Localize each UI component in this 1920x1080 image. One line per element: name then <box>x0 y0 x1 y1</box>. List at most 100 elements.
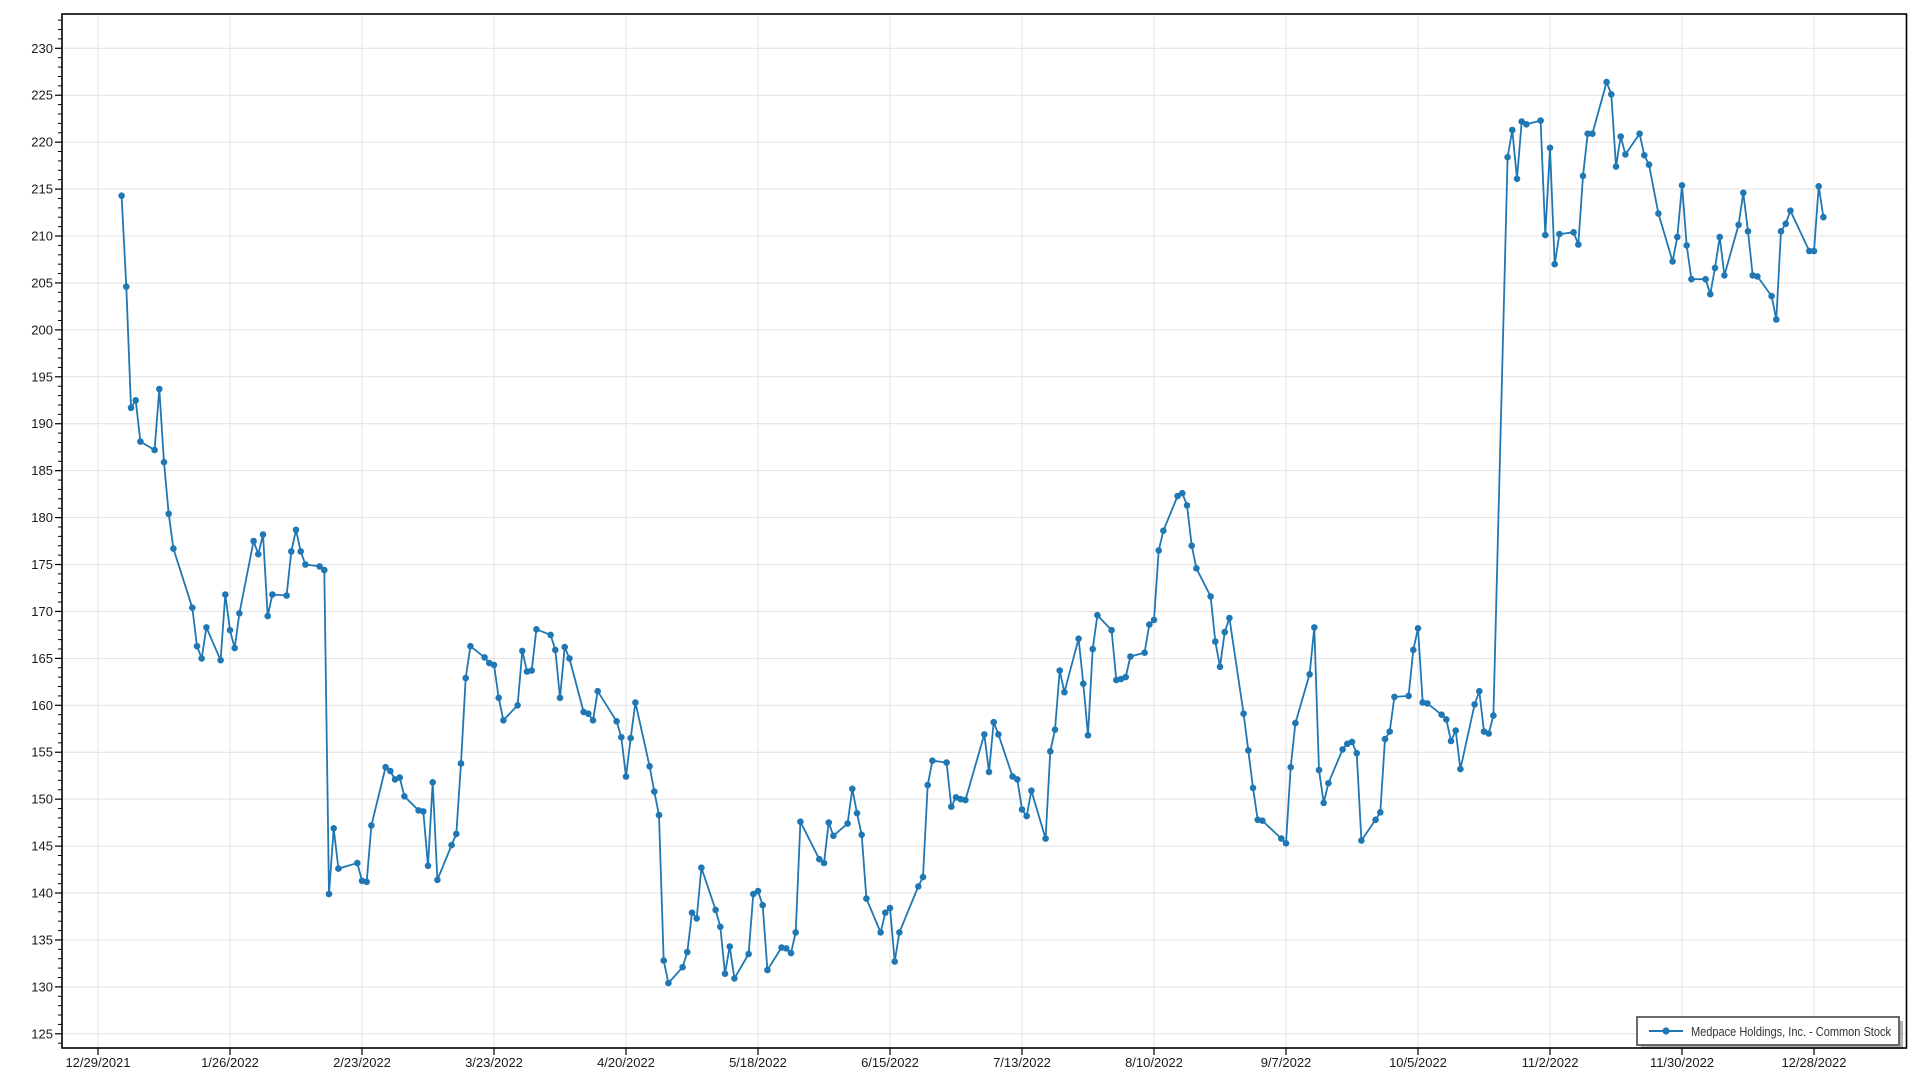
data-point-marker <box>1316 767 1323 774</box>
data-point-marker <box>1815 183 1822 190</box>
data-point-marker <box>189 604 196 611</box>
data-point-marker <box>137 438 144 445</box>
data-point-marker <box>1603 79 1610 86</box>
x-tick-label: 5/18/2022 <box>729 1055 787 1070</box>
data-point-marker <box>924 782 931 789</box>
data-point-marker <box>1052 726 1059 733</box>
data-point-marker <box>1547 145 1554 152</box>
y-tick-label: 145 <box>31 839 53 854</box>
data-point-marker <box>547 632 554 639</box>
data-point-marker <box>1283 840 1290 847</box>
data-point-marker <box>1613 163 1620 170</box>
data-point-marker <box>1358 837 1365 844</box>
data-point-marker <box>1146 621 1153 628</box>
data-point-marker <box>1556 231 1563 238</box>
data-point-marker <box>519 648 526 655</box>
data-point-marker <box>1570 229 1577 236</box>
data-point-marker <box>1580 173 1587 180</box>
data-point-marker <box>1669 258 1676 265</box>
data-point-marker <box>561 644 568 651</box>
data-point-marker <box>528 667 535 674</box>
data-point-marker <box>745 951 752 958</box>
data-point-marker <box>797 818 804 825</box>
data-point-marker <box>877 929 884 936</box>
data-point-marker <box>651 788 658 795</box>
data-point-marker <box>1641 152 1648 159</box>
price-line-series <box>118 79 1826 987</box>
data-point-marker <box>363 879 370 886</box>
y-tick-labels: 1251301351401451501551601651701751801851… <box>31 41 53 1041</box>
data-point-marker <box>1608 91 1615 98</box>
data-point-marker <box>1504 154 1511 161</box>
data-point-marker <box>1655 210 1662 217</box>
data-point-marker <box>1485 730 1492 737</box>
data-point-marker <box>1240 710 1247 717</box>
data-point-marker <box>990 719 997 726</box>
data-point-marker <box>1617 133 1624 140</box>
data-point-marker <box>1688 276 1695 283</box>
data-point-marker <box>1287 764 1294 771</box>
data-point-marker <box>118 192 125 199</box>
data-point-marker <box>151 447 158 454</box>
data-point-marker <box>198 655 205 662</box>
data-point-marker <box>1443 716 1450 723</box>
data-point-marker <box>1155 547 1162 554</box>
data-point-marker <box>1646 161 1653 168</box>
data-point-marker <box>915 883 922 890</box>
data-point-marker <box>788 950 795 957</box>
data-point-marker <box>755 888 762 895</box>
data-point-marker <box>255 551 262 558</box>
y-tick-label: 210 <box>31 229 53 244</box>
x-tick-label: 12/28/2022 <box>1781 1055 1846 1070</box>
data-point-marker <box>1349 739 1356 746</box>
data-point-marker <box>1721 272 1728 279</box>
data-point-marker <box>1415 625 1422 632</box>
data-point-marker <box>627 735 634 742</box>
data-point-marker <box>566 655 573 662</box>
x-tick-label: 8/10/2022 <box>1125 1055 1183 1070</box>
data-point-marker <box>1811 248 1818 255</box>
data-point-marker <box>1382 736 1389 743</box>
data-point-marker <box>1716 234 1723 241</box>
data-point-marker <box>646 763 653 770</box>
data-point-marker <box>1212 638 1219 645</box>
y-tick-label: 190 <box>31 416 53 431</box>
data-point-marker <box>1490 712 1497 719</box>
x-tick-labels: 12/29/20211/26/20222/23/20223/23/20224/2… <box>65 1055 1846 1070</box>
data-point-marker <box>250 538 257 545</box>
data-point-marker <box>1094 612 1101 619</box>
legend-dot-marker-icon <box>1662 1027 1669 1034</box>
data-point-marker <box>618 734 625 741</box>
data-point-marker <box>458 760 465 767</box>
data-point-marker <box>1377 809 1384 816</box>
data-point-marker <box>1028 787 1035 794</box>
price-markers <box>118 79 1826 987</box>
data-point-marker <box>222 591 229 598</box>
data-point-marker <box>623 773 630 780</box>
y-tick-label: 130 <box>31 979 53 994</box>
data-point-marker <box>227 627 234 634</box>
data-point-marker <box>684 949 691 956</box>
legend: Medpace Holdings, Inc. - Common Stock <box>1637 1017 1903 1049</box>
data-point-marker <box>425 863 432 870</box>
data-point-marker <box>1122 674 1129 681</box>
y-tick-label: 160 <box>31 698 53 713</box>
x-tick-label: 9/7/2022 <box>1261 1055 1312 1070</box>
data-point-marker <box>156 386 163 393</box>
data-point-marker <box>1075 635 1082 642</box>
data-point-marker <box>1773 316 1780 323</box>
y-tick-label: 230 <box>31 41 53 56</box>
data-point-marker <box>981 731 988 738</box>
data-point-marker <box>448 842 455 849</box>
data-point-marker <box>929 757 936 764</box>
data-point-marker <box>1735 222 1742 229</box>
data-point-marker <box>1702 276 1709 283</box>
data-point-marker <box>1250 785 1257 792</box>
data-point-marker <box>203 624 210 631</box>
data-point-marker <box>844 820 851 827</box>
data-point-marker <box>1311 624 1318 631</box>
data-point-marker <box>1320 800 1327 807</box>
y-tick-label: 185 <box>31 463 53 478</box>
x-tick-label: 2/23/2022 <box>333 1055 391 1070</box>
y-tick-label: 200 <box>31 322 53 337</box>
